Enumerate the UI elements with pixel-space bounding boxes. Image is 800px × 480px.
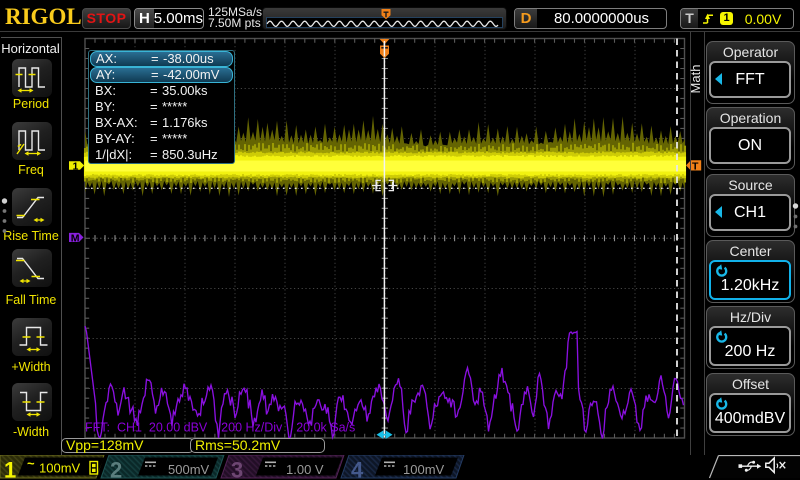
- svg-text:2: 2: [110, 458, 122, 480]
- svg-text:100mV: 100mV: [39, 461, 81, 476]
- svg-text:M: M: [71, 233, 80, 245]
- svg-text:1: 1: [73, 160, 79, 172]
- svg-text:T: T: [692, 161, 699, 173]
- svg-text:1.00 V: 1.00 V: [286, 462, 324, 477]
- svg-text:~: ~: [27, 456, 35, 471]
- svg-text:3: 3: [231, 458, 243, 480]
- svg-text:100mV: 100mV: [403, 462, 445, 477]
- svg-text:1: 1: [4, 458, 16, 480]
- svg-text:500mV: 500mV: [168, 462, 210, 477]
- svg-text:4: 4: [351, 458, 364, 480]
